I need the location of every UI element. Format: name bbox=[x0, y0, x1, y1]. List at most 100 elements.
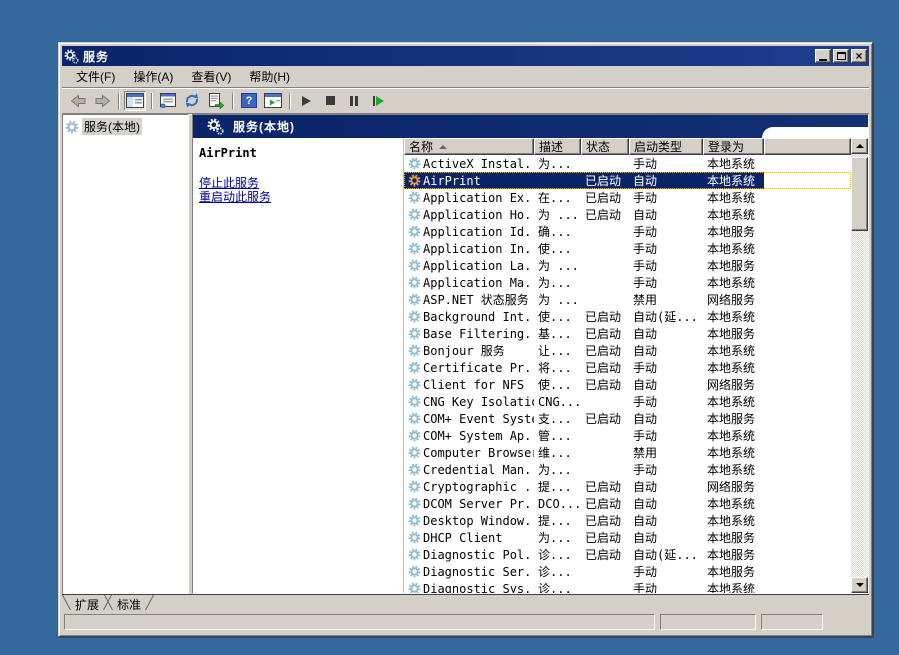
extended-task-pane: AirPrint 停止此服务 重启动此服务 bbox=[193, 138, 403, 593]
service-description: 使... bbox=[534, 240, 581, 257]
close-button[interactable]: × bbox=[851, 49, 867, 63]
export-list-button[interactable] bbox=[205, 91, 227, 111]
service-logon-as: 本地系统 bbox=[703, 308, 764, 325]
table-row[interactable]: Cryptographic ... 提... 已启动 自动 网络服务 bbox=[404, 478, 851, 495]
column-header-description[interactable]: 描述 bbox=[534, 138, 581, 155]
results-banner: 服务(本地) bbox=[193, 115, 868, 138]
service-startup-type: 手动 bbox=[629, 563, 703, 580]
table-row[interactable]: Client for NFS 使... 已启动 自动 网络服务 bbox=[404, 376, 851, 393]
banner-corner bbox=[762, 127, 868, 138]
restart-service-link[interactable]: 重启动此服务 bbox=[199, 190, 397, 204]
service-status: 已启动 bbox=[581, 529, 629, 546]
table-row[interactable]: Computer Browser 维... 禁用 本地系统 bbox=[404, 444, 851, 461]
table-row[interactable]: Base Filtering... 基... 已启动 自动 本地服务 bbox=[404, 325, 851, 342]
forward-button[interactable] bbox=[91, 91, 113, 111]
table-row[interactable]: Diagnostic Ser... 诊... 手动 本地服务 bbox=[404, 563, 851, 580]
table-row[interactable]: Application Ex... 在... 已启动 手动 本地系统 bbox=[404, 189, 851, 206]
column-header-logon-as[interactable]: 登录为 bbox=[703, 138, 764, 155]
properties-button[interactable] bbox=[157, 91, 179, 111]
service-description: 基... bbox=[534, 325, 581, 342]
menu-help[interactable]: 帮助(H) bbox=[241, 66, 298, 87]
service-logon-as: 本地服务 bbox=[703, 563, 764, 580]
service-gear-icon bbox=[408, 361, 421, 374]
scroll-down-button[interactable] bbox=[851, 577, 868, 593]
table-row[interactable]: CNG Key Isolation CNG... 手动 本地系统 bbox=[404, 393, 851, 410]
tab-extended[interactable]: 扩展 bbox=[67, 595, 107, 610]
window-title: 服务 bbox=[83, 48, 813, 65]
sort-ascending-icon bbox=[439, 145, 447, 149]
service-name: AirPrint bbox=[423, 174, 481, 188]
service-startup-type: 自动 bbox=[629, 325, 703, 342]
scroll-up-button[interactable] bbox=[851, 138, 868, 154]
tree-item-services-local[interactable]: 服务(本地) bbox=[63, 115, 188, 138]
minimize-button[interactable] bbox=[815, 49, 831, 63]
service-status: 已启动 bbox=[581, 512, 629, 529]
service-logon-as: 本地服务 bbox=[703, 325, 764, 342]
menu-action[interactable]: 操作(A) bbox=[125, 66, 181, 87]
service-name: Application Id... bbox=[423, 225, 534, 239]
table-row[interactable]: Application Id... 确... 手动 本地服务 bbox=[404, 223, 851, 240]
service-status bbox=[581, 461, 629, 478]
table-row[interactable]: Application Ma... 为... 手动 本地系统 bbox=[404, 274, 851, 291]
help-button[interactable]: ? bbox=[238, 91, 260, 111]
show-console-tree-button[interactable] bbox=[124, 91, 146, 111]
table-row[interactable]: Certificate Pr... 将... 已启动 手动 本地系统 bbox=[404, 359, 851, 376]
table-row[interactable]: DHCP Client 为... 已启动 自动 本地服务 bbox=[404, 529, 851, 546]
service-gear-icon bbox=[408, 565, 421, 578]
service-description: 确... bbox=[534, 223, 581, 240]
service-logon-as: 本地系统 bbox=[703, 206, 764, 223]
pause-service-button[interactable] bbox=[343, 91, 365, 111]
refresh-button[interactable] bbox=[181, 91, 203, 111]
taskpad-view-button[interactable] bbox=[262, 91, 284, 111]
stop-service-button[interactable] bbox=[319, 91, 341, 111]
service-description: 支... bbox=[534, 410, 581, 427]
service-name: Diagnostic Ser... bbox=[423, 565, 534, 579]
service-logon-as: 本地系统 bbox=[703, 274, 764, 291]
service-name: Application Ho... bbox=[423, 208, 534, 222]
table-row[interactable]: COM+ Event System 支... 已启动 自动 本地服务 bbox=[404, 410, 851, 427]
column-header-name[interactable]: 名称 bbox=[404, 138, 534, 155]
service-logon-as: 本地系统 bbox=[703, 512, 764, 529]
service-description: 将... bbox=[534, 359, 581, 376]
service-startup-type: 禁用 bbox=[629, 291, 703, 308]
table-row[interactable]: Application Ho... 为 ... 已启动 自动 本地系统 bbox=[404, 206, 851, 223]
start-service-button[interactable] bbox=[295, 91, 317, 111]
table-row[interactable]: Application La... 为 ... 手动 本地服务 bbox=[404, 257, 851, 274]
table-row[interactable]: AirPrint 已启动 自动 本地系统 bbox=[404, 172, 851, 189]
back-button[interactable] bbox=[67, 91, 89, 111]
scrollbar-track[interactable] bbox=[851, 231, 868, 577]
tab-standard[interactable]: 标准 bbox=[109, 595, 149, 610]
service-gear-icon bbox=[408, 174, 421, 187]
table-row[interactable]: Credential Man... 为... 手动 本地系统 bbox=[404, 461, 851, 478]
column-header-status[interactable]: 状态 bbox=[581, 138, 629, 155]
menu-view[interactable]: 查看(V) bbox=[183, 66, 239, 87]
maximize-button[interactable] bbox=[833, 49, 849, 63]
table-row[interactable]: Diagnostic Sys... 诊... 手动 本地系统 bbox=[404, 580, 851, 593]
service-name: Diagnostic Pol... bbox=[423, 548, 534, 562]
service-logon-as: 本地服务 bbox=[703, 546, 764, 563]
table-row[interactable]: COM+ System Ap... 管... 手动 本地系统 bbox=[404, 427, 851, 444]
menu-file[interactable]: 文件(F) bbox=[68, 66, 123, 87]
table-row[interactable]: DCOM Server Pr... DCO... 已启动 自动 本地系统 bbox=[404, 495, 851, 512]
back-icon bbox=[70, 94, 87, 108]
service-logon-as: 本地服务 bbox=[703, 410, 764, 427]
service-description: 为 ... bbox=[534, 291, 581, 308]
table-row[interactable]: ASP.NET 状态服务 为 ... 禁用 网络服务 bbox=[404, 291, 851, 308]
table-row[interactable]: Bonjour 服务 让... 已启动 自动 本地系统 bbox=[404, 342, 851, 359]
scrollbar-thumb[interactable] bbox=[851, 157, 868, 231]
table-row[interactable]: Background Int... 使... 已启动 自动(延... 本地系统 bbox=[404, 308, 851, 325]
table-row[interactable]: ActiveX Instal... 为... 手动 本地系统 bbox=[404, 155, 851, 172]
vertical-scrollbar[interactable] bbox=[851, 138, 868, 593]
table-row[interactable]: Diagnostic Pol... 诊... 已启动 自动(延... 本地服务 bbox=[404, 546, 851, 563]
stop-service-link[interactable]: 停止此服务 bbox=[199, 176, 397, 190]
table-row[interactable]: Application In... 使... 手动 本地系统 bbox=[404, 240, 851, 257]
service-gear-icon bbox=[408, 412, 421, 425]
service-status: 已启动 bbox=[581, 359, 629, 376]
restart-service-button[interactable] bbox=[367, 91, 389, 111]
pause-icon bbox=[350, 96, 358, 106]
column-header-startup-type[interactable]: 启动类型 bbox=[629, 138, 703, 155]
properties-icon bbox=[159, 93, 177, 108]
table-row[interactable]: Desktop Window... 提... 已启动 自动 本地系统 bbox=[404, 512, 851, 529]
title-bar[interactable]: 服务 × bbox=[62, 46, 869, 66]
service-startup-type: 自动 bbox=[629, 376, 703, 393]
